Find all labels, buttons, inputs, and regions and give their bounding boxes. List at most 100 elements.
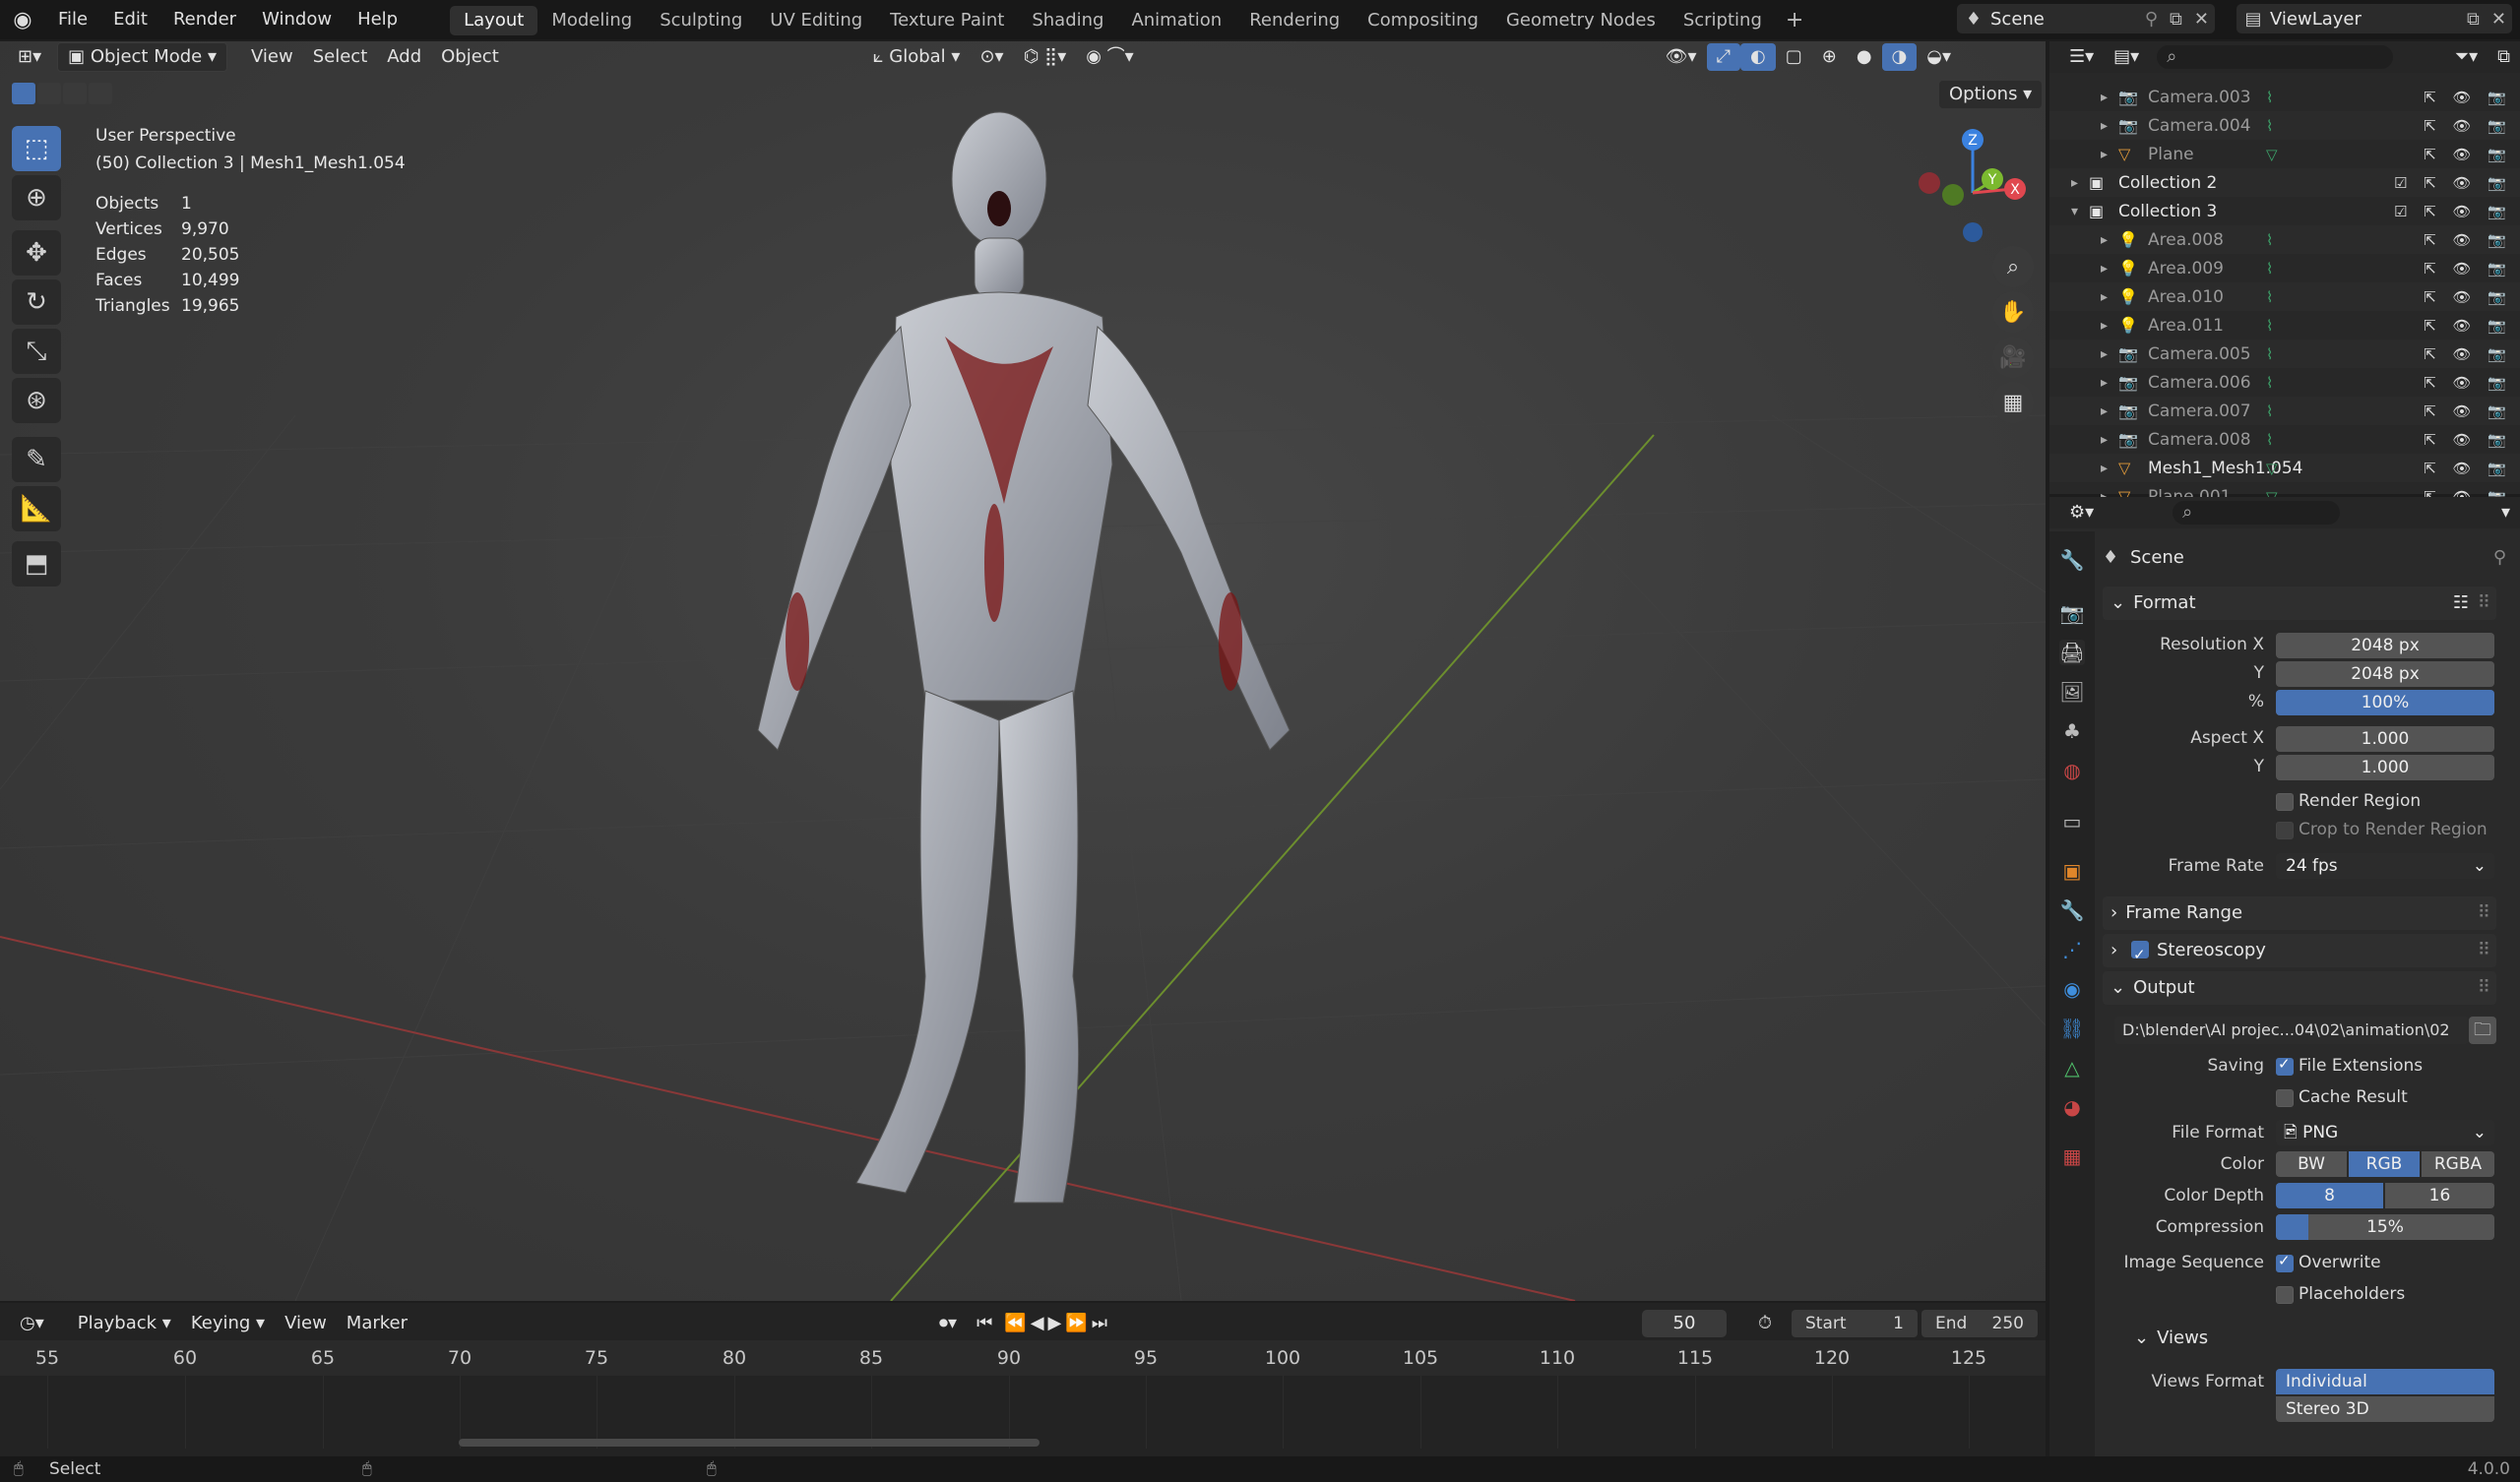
visibility-toggles-icon[interactable]: ⇱ 👁 📷: [2424, 89, 2512, 106]
pin-icon[interactable]: ⚲: [2139, 9, 2164, 30]
visibility-toggles-icon[interactable]: ⇱ 👁 📷: [2424, 374, 2512, 392]
aspect-y-field[interactable]: 1.000: [2276, 755, 2494, 780]
proportional-edit-icon[interactable]: ◉ ⌒▾: [1076, 43, 1143, 71]
select-box-tool[interactable]: ⬚: [12, 126, 61, 171]
tab-rendering[interactable]: Rendering: [1235, 6, 1354, 35]
scene-tab-icon[interactable]: ♣: [2059, 718, 2085, 744]
collection-tab-icon[interactable]: ▭: [2059, 809, 2085, 834]
view-layer-selector[interactable]: ▤ ViewLayer ⧉ ✕: [2236, 4, 2512, 33]
next-keyframe-icon[interactable]: ⏩: [1063, 1310, 1089, 1337]
tab-sculpting[interactable]: Sculpting: [646, 6, 756, 35]
visibility-toggles-icon[interactable]: ⇱ 👁 📷: [2424, 460, 2512, 477]
expand-arrow-icon[interactable]: ▸: [2101, 461, 2108, 476]
expand-arrow-icon[interactable]: ▸: [2101, 289, 2108, 305]
color-rgb-option[interactable]: RGB: [2349, 1151, 2420, 1177]
outliner-row[interactable]: ▸ 📷 Camera.004 ⌇ ⇱ 👁 📷: [2049, 111, 2520, 140]
expand-arrow-icon[interactable]: ▸: [2101, 375, 2108, 391]
perspective-toggle-icon[interactable]: ▦: [1992, 382, 2034, 423]
resolution-x-field[interactable]: 2048 px: [2276, 633, 2494, 658]
data-tab-icon[interactable]: △: [2059, 1055, 2085, 1081]
file-format-dropdown[interactable]: 🖻 PNG ⌄: [2276, 1120, 2494, 1145]
blender-logo-icon[interactable]: ◉: [0, 8, 45, 32]
outliner-row[interactable]: ▸ 💡 Area.010 ⌇ ⇱ 👁 📷: [2049, 282, 2520, 311]
rotate-tool[interactable]: ↻: [12, 279, 61, 325]
menu-keying[interactable]: Keying ▾: [181, 1310, 275, 1337]
drag-handle-icon[interactable]: ⠿: [2478, 896, 2490, 930]
outliner-row[interactable]: ▸ 📷 Camera.008 ⌇ ⇱ 👁 📷: [2049, 425, 2520, 454]
tab-shading[interactable]: Shading: [1018, 6, 1117, 35]
outliner-row[interactable]: ▸ ▽ Mesh1_Mesh1.054 ▽ ⇱ 👁 📷: [2049, 454, 2520, 482]
transform-tool[interactable]: ⊛: [12, 378, 61, 423]
world-tab-icon[interactable]: ◍: [2059, 758, 2085, 783]
color-depth-16-option[interactable]: 16: [2385, 1183, 2494, 1208]
editor-type-icon[interactable]: ⊞▾: [8, 43, 51, 71]
tab-uv-editing[interactable]: UV Editing: [756, 6, 876, 35]
snap-icon[interactable]: ⌬ ⣿▾: [1014, 43, 1077, 71]
visibility-toggles-icon[interactable]: ⇱ 👁 📷: [2424, 288, 2512, 306]
texture-tab-icon[interactable]: ▦: [2059, 1143, 2085, 1169]
tab-layout[interactable]: Layout: [450, 6, 538, 35]
menu-select[interactable]: Select: [303, 43, 378, 71]
tab-scripting[interactable]: Scripting: [1670, 6, 1776, 35]
menu-view[interactable]: View: [241, 43, 303, 71]
menu-playback[interactable]: Playback ▾: [68, 1310, 181, 1337]
navigation-gizmo[interactable]: Z Y X: [1910, 124, 2028, 242]
visibility-toggles-icon[interactable]: ⇱ 👁 📷: [2424, 231, 2512, 249]
menu-file[interactable]: File: [45, 0, 100, 39]
mode-dropdown[interactable]: ▣ Object Mode ▾: [57, 42, 228, 72]
resolution-percent-slider[interactable]: 100%: [2276, 690, 2494, 715]
outliner-row[interactable]: ▸ 💡 Area.009 ⌇ ⇱ 👁 📷: [2049, 254, 2520, 282]
menu-render[interactable]: Render: [160, 0, 249, 39]
delete-view-layer-icon[interactable]: ✕: [2486, 9, 2512, 30]
outliner-row[interactable]: ▸ 📷 Camera.007 ⌇ ⇱ 👁 📷: [2049, 397, 2520, 425]
start-frame-field[interactable]: Start 1: [1792, 1310, 1918, 1337]
prev-keyframe-icon[interactable]: ⏪: [1002, 1310, 1028, 1337]
end-frame-field[interactable]: End 250: [1922, 1310, 2038, 1337]
outliner-row[interactable]: ▸ 📷 Camera.003 ⌇ ⇱ 👁 📷: [2049, 83, 2520, 111]
xray-icon[interactable]: ▢: [1776, 43, 1812, 71]
output-path-field[interactable]: D:\blender\AI projec...04\02\animation\0…: [2114, 1017, 2469, 1044]
format-panel-header[interactable]: ⌄ Format ☷ ⠿: [2103, 587, 2496, 620]
outliner-row[interactable]: ▾ ▣ Collection 3 ☑ ⇱ 👁 📷: [2049, 197, 2520, 225]
constraints-tab-icon[interactable]: ⛓: [2059, 1016, 2085, 1041]
drag-handle-icon[interactable]: ⠿: [2478, 587, 2490, 620]
outliner-search-input[interactable]: ⌕: [2157, 45, 2394, 69]
color-depth-8-option[interactable]: 8: [2276, 1183, 2383, 1208]
crop-region-checkbox[interactable]: [2276, 822, 2294, 839]
outliner-row[interactable]: ▸ 💡 Area.008 ⌇ ⇱ 👁 📷: [2049, 225, 2520, 254]
visibility-toggles-icon[interactable]: ⇱ 👁 📷: [2424, 146, 2512, 163]
overlay-toggle-icon[interactable]: ◐: [1740, 43, 1776, 71]
pivot-point-icon[interactable]: ⊙▾: [970, 43, 1013, 71]
expand-arrow-icon[interactable]: ▸: [2101, 318, 2108, 334]
outliner-row[interactable]: ▸ ▽ Plane ▽ ⇱ 👁 📷: [2049, 140, 2520, 168]
render-region-checkbox[interactable]: [2276, 793, 2294, 811]
expand-arrow-icon[interactable]: ▸: [2101, 147, 2108, 162]
stereoscopy-checkbox[interactable]: [2130, 938, 2149, 971]
particles-tab-icon[interactable]: ⋰: [2059, 937, 2085, 962]
tab-modeling[interactable]: Modeling: [537, 6, 646, 35]
stopwatch-icon[interactable]: ⏱: [1758, 1313, 1772, 1333]
frame-range-panel-header[interactable]: › Frame Range ⠿: [2103, 896, 2496, 930]
jump-end-icon[interactable]: ⏭: [1090, 1310, 1109, 1337]
visibility-toggles-icon[interactable]: ⇱ 👁 📷: [2424, 317, 2512, 335]
options-dropdown[interactable]: Options ▾: [1939, 81, 2043, 108]
stereoscopy-panel-header[interactable]: › Stereoscopy ⠿: [2103, 934, 2496, 971]
frame-rate-dropdown[interactable]: 24 fps ⌄: [2276, 853, 2494, 879]
material-tab-icon[interactable]: ◕: [2059, 1094, 2085, 1120]
file-extensions-checkbox[interactable]: [2276, 1055, 2294, 1076]
shading-wireframe-icon[interactable]: ⊕: [1812, 43, 1847, 71]
select-subtract-icon[interactable]: [63, 83, 87, 104]
outliner-row[interactable]: ▸ 📷 Camera.005 ⌇ ⇱ 👁 📷: [2049, 340, 2520, 368]
play-reverse-icon[interactable]: ◀: [1029, 1310, 1046, 1337]
current-frame-field[interactable]: 50: [1642, 1310, 1727, 1337]
physics-tab-icon[interactable]: ◉: [2059, 976, 2085, 1002]
gizmo-toggle-icon[interactable]: ⤢: [1706, 43, 1740, 71]
zoom-icon[interactable]: ⌕: [1992, 246, 2034, 287]
pin-context-icon[interactable]: ⚲: [2493, 547, 2506, 568]
menu-help[interactable]: Help: [345, 0, 410, 39]
outliner-row[interactable]: ▸ 💡 Area.011 ⌇ ⇱ 👁 📷: [2049, 311, 2520, 340]
tab-compositing[interactable]: Compositing: [1354, 6, 1492, 35]
add-workspace-icon[interactable]: +: [1776, 8, 1813, 32]
visibility-toggles-icon[interactable]: ☑ ⇱ 👁 📷: [2394, 203, 2512, 220]
delete-scene-icon[interactable]: ✕: [2188, 9, 2215, 30]
